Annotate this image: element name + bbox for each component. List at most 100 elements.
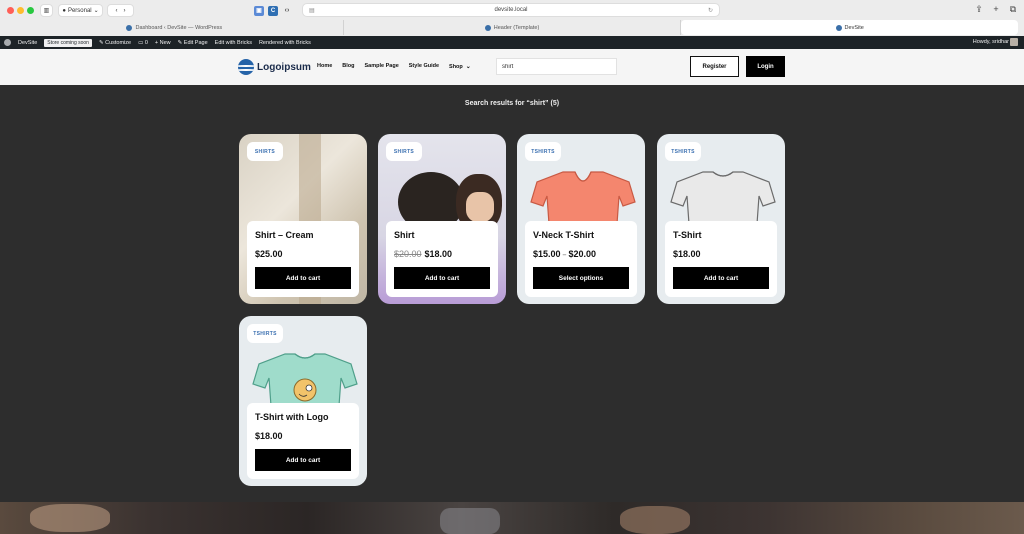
nav-shop[interactable]: Shop ⌄: [449, 63, 471, 70]
product-name[interactable]: T-Shirt with Logo: [255, 412, 329, 422]
chevron-down-icon: ⌄: [465, 64, 471, 70]
select-options-button[interactable]: Select options: [533, 267, 629, 289]
extension-b-icon[interactable]: C: [268, 5, 278, 16]
logo-icon: [238, 59, 254, 75]
admin-comments-link[interactable]: ▭ 0: [138, 40, 148, 46]
product-info: Shirt – Cream $25.00 Add to cart: [247, 221, 359, 297]
add-to-cart-button[interactable]: Add to cart: [255, 267, 351, 289]
add-to-cart-button[interactable]: Add to cart: [394, 267, 490, 289]
product-price: $18.00: [673, 249, 701, 259]
hero-image-detail: [30, 504, 110, 532]
product-info: Shirt $20.00 $18.00 Add to cart: [386, 221, 498, 297]
nav-sample-page[interactable]: Sample Page: [365, 63, 399, 70]
code-icon[interactable]: ‹›: [282, 6, 292, 16]
minimize-window-button[interactable]: [17, 7, 24, 14]
forward-icon[interactable]: ›: [124, 8, 126, 14]
product-card: TSHIRTS T-Shirt with Logo $18.00 Add to …: [239, 316, 367, 486]
new-label: New: [159, 39, 171, 46]
nav-style-guide[interactable]: Style Guide: [409, 63, 439, 70]
avatar[interactable]: [1010, 38, 1018, 46]
wordpress-icon: [835, 24, 842, 31]
category-badge[interactable]: SHIRTS: [247, 142, 283, 161]
wordpress-icon: [126, 24, 133, 31]
product-card: SHIRTS Shirt – Cream $25.00 Add to cart: [239, 134, 367, 304]
share-icon[interactable]: ⇪: [974, 4, 984, 14]
chevron-down-icon: ⌄: [93, 8, 99, 14]
admin-customize-link[interactable]: ✎ Customize: [99, 40, 131, 46]
site-logo[interactable]: Logoipsum: [238, 59, 311, 75]
tab-devsite[interactable]: DevSite: [681, 20, 1019, 35]
tab-overview-icon[interactable]: ⧉: [1008, 4, 1018, 14]
login-button[interactable]: Login: [746, 56, 785, 77]
hero-image-detail: [620, 506, 690, 534]
tab-strip: Dashboard ‹ DevSite — WordPress Header (…: [0, 20, 1024, 35]
browser-chrome: ▥ ● Personal ⌄ ‹ › ▣ C ‹› ▤ devsite.loca…: [0, 0, 1024, 36]
store-status-badge[interactable]: Store coming soon: [44, 38, 92, 47]
new-tab-icon[interactable]: +: [991, 4, 1001, 14]
close-window-button[interactable]: [7, 7, 14, 14]
price-max: $20.00: [568, 249, 596, 259]
page-settings-icon[interactable]: ▤: [309, 7, 315, 14]
product-image[interactable]: [669, 168, 777, 224]
address-text: devsite.local: [494, 7, 528, 13]
product-image[interactable]: [529, 168, 637, 224]
add-to-cart-button[interactable]: Add to cart: [255, 449, 351, 471]
admin-site-link[interactable]: DevSite: [18, 40, 37, 46]
price-separator: –: [562, 252, 567, 259]
product-card: TSHIRTS T-Shirt $18.00 Add to cart: [657, 134, 785, 304]
site-header: Logoipsum Home Blog Sample Page Style Gu…: [0, 49, 1024, 85]
category-badge[interactable]: TSHIRTS: [525, 142, 561, 161]
main-navigation: Home Blog Sample Page Style Guide Shop ⌄: [317, 63, 471, 70]
product-name[interactable]: Shirt – Cream: [255, 230, 314, 240]
edit-page-label: Edit Page: [183, 39, 208, 46]
product-price: $25.00: [255, 249, 283, 259]
customize-label: Customize: [105, 39, 132, 46]
product-price-range: $15.00– $20.00: [533, 249, 596, 259]
profile-label: Personal: [67, 7, 92, 14]
browser-actions: ⇪ + ⧉: [974, 4, 1018, 14]
nav-blog[interactable]: Blog: [342, 63, 354, 70]
category-badge[interactable]: SHIRTS: [386, 142, 422, 161]
logo-text: Logoipsum: [257, 61, 311, 73]
tab-label: DevSite: [844, 24, 864, 31]
admin-account-link[interactable]: Howdy, sridhar: [973, 39, 1009, 45]
maximize-window-button[interactable]: [27, 7, 34, 14]
product-info: V-Neck T-Shirt $15.00– $20.00 Select opti…: [525, 221, 637, 297]
product-name[interactable]: T-Shirt: [673, 230, 702, 240]
wordpress-icon[interactable]: [4, 39, 11, 46]
reload-icon[interactable]: ↻: [708, 7, 713, 14]
person-icon: ●: [62, 7, 66, 14]
product-image[interactable]: [251, 350, 359, 406]
admin-edit-bricks-link[interactable]: Edit with Bricks: [215, 40, 252, 46]
profile-button[interactable]: ● Personal ⌄: [58, 4, 103, 17]
wordpress-icon: [484, 24, 491, 31]
add-to-cart-button[interactable]: Add to cart: [673, 267, 769, 289]
category-badge[interactable]: TSHIRTS: [665, 142, 701, 161]
admin-edit-page-link[interactable]: ✎ Edit Page: [178, 40, 208, 46]
nav-home[interactable]: Home: [317, 63, 332, 70]
tab-header-template[interactable]: Header (Template): [344, 20, 682, 35]
product-card: SHIRTS Shirt $20.00 $18.00 Add to cart: [378, 134, 506, 304]
product-price: $18.00: [255, 431, 283, 441]
admin-rendered-link[interactable]: Rendered with Bricks: [259, 40, 311, 46]
browser-toolbar: ▥ ● Personal ⌄ ‹ › ▣ C ‹› ▤ devsite.loca…: [0, 0, 1024, 20]
wp-admin-bar: DevSite Store coming soon ✎ Customize ▭ …: [0, 36, 1024, 49]
admin-new-link[interactable]: + New: [155, 40, 171, 46]
product-image-detail: [466, 192, 494, 222]
tab-dashboard[interactable]: Dashboard ‹ DevSite — WordPress: [6, 20, 344, 35]
search-input[interactable]: [496, 58, 617, 75]
history-nav: ‹ ›: [107, 4, 134, 17]
product-name[interactable]: Shirt: [394, 230, 415, 240]
address-bar[interactable]: ▤ devsite.local ↻: [302, 3, 720, 17]
register-button[interactable]: Register: [690, 56, 739, 77]
category-badge[interactable]: TSHIRTS: [247, 324, 283, 343]
product-name[interactable]: V-Neck T-Shirt: [533, 230, 594, 240]
extensions: ▣ C ‹›: [254, 4, 292, 17]
back-icon[interactable]: ‹: [116, 8, 118, 14]
extension-a-icon[interactable]: ▣: [254, 5, 264, 16]
comments-count: 0: [144, 39, 148, 46]
sidebar-toggle-icon[interactable]: ▥: [40, 4, 53, 17]
nav-shop-label: Shop: [449, 64, 463, 70]
product-info: T-Shirt $18.00 Add to cart: [665, 221, 777, 297]
original-price: $20.00: [394, 249, 422, 259]
